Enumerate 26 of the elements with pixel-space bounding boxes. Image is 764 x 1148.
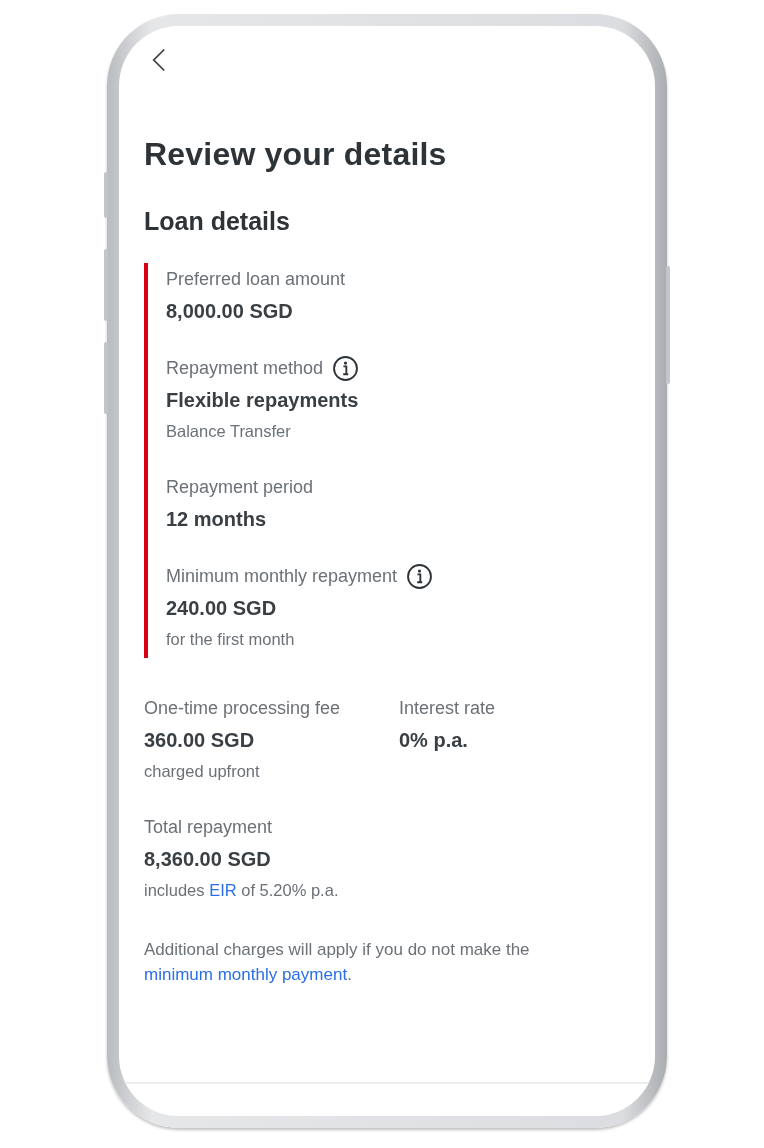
field-label: Interest rate (399, 697, 496, 720)
field-value: Flexible repayments (166, 388, 360, 413)
info-icon[interactable] (333, 355, 359, 381)
field-note: charged upfront (144, 761, 261, 782)
field-note: includes EIR of 5.20% p.a. (144, 880, 340, 901)
field-value: 8,000.00 SGD (166, 299, 294, 324)
field-label: Total repayment (144, 816, 273, 839)
field-value: 12 months (166, 507, 268, 532)
field-label: One-time processing fee (144, 697, 341, 720)
back-icon[interactable] (152, 48, 166, 72)
field-value: 240.00 SGD (166, 596, 278, 621)
section-title: Loan details (144, 206, 291, 237)
field-label: Preferred loan amount (166, 268, 346, 291)
field-label: Minimum monthly repayment (166, 565, 398, 588)
field-note: for the first month (166, 629, 296, 650)
disclaimer-text: Additional charges will apply if you do not make the minimum monthly payment. (144, 939, 531, 986)
field-value: 0% p.a. (399, 728, 469, 753)
link[interactable]: minimum monthly payment (144, 965, 348, 984)
field-label: Repayment method (166, 357, 324, 380)
info-icon[interactable] (407, 563, 433, 589)
field-note: Balance Transfer (166, 421, 292, 442)
page-title: Review your details (144, 135, 448, 174)
field-value: 360.00 SGD (144, 728, 256, 753)
field-value: 8,360.00 SGD (144, 847, 272, 872)
field-label: Repayment period (166, 476, 314, 499)
link[interactable]: EIR (209, 881, 237, 899)
